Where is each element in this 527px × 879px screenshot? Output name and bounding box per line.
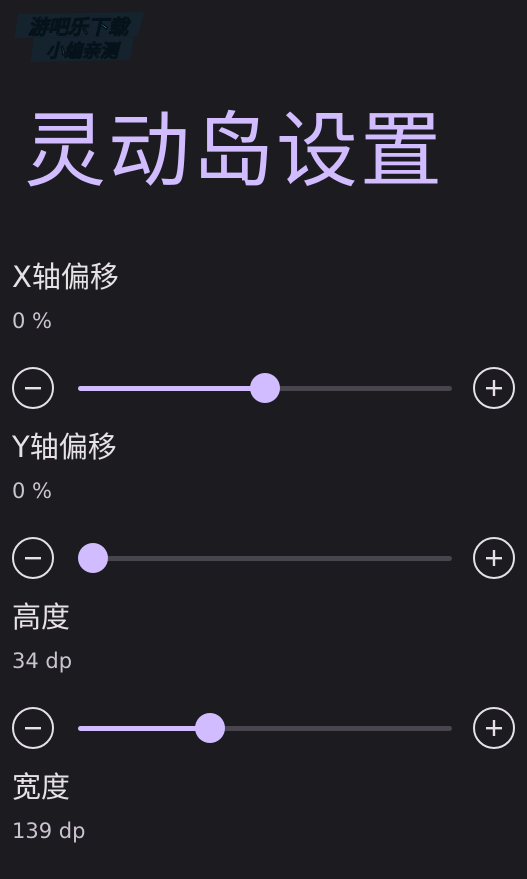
- setting-value: 139 dp: [12, 819, 86, 843]
- setting-value: 0 %: [12, 309, 52, 333]
- y-offset-slider[interactable]: [78, 543, 452, 573]
- slider-active-track: [78, 726, 206, 731]
- slider-thumb[interactable]: [194, 713, 225, 743]
- plus-icon: [486, 720, 502, 736]
- increase-button[interactable]: [473, 707, 515, 749]
- setting-label: 高度: [12, 600, 71, 634]
- setting-label: Y轴偏移: [12, 430, 117, 464]
- minus-icon: [25, 557, 41, 560]
- setting-label: 宽度: [12, 770, 71, 804]
- watermark-logo: 游吧乐下载 小编亲测: [12, 10, 146, 62]
- slider-track: [78, 556, 452, 561]
- slider-thumb[interactable]: [78, 543, 108, 573]
- plus-icon: [486, 380, 502, 396]
- slider-thumb[interactable]: [250, 373, 280, 403]
- x-offset-slider[interactable]: [78, 373, 452, 403]
- height-slider[interactable]: [78, 713, 452, 743]
- increase-button[interactable]: [473, 537, 515, 579]
- decrease-button[interactable]: [12, 707, 54, 749]
- decrease-button[interactable]: [12, 537, 54, 579]
- setting-value: 0 %: [12, 479, 52, 503]
- slider-active-track: [78, 386, 265, 391]
- increase-button[interactable]: [473, 367, 515, 409]
- minus-icon: [25, 727, 41, 730]
- page-title: 灵动岛设置: [24, 104, 445, 199]
- svg-text:小编亲测: 小编亲测: [46, 41, 121, 62]
- svg-text:游吧乐下载: 游吧乐下载: [28, 15, 131, 39]
- settings-page: 游吧乐下载 小编亲测 灵动岛设置 X轴偏移 0 % Y轴偏移 0 % 高度 34…: [0, 0, 527, 879]
- setting-label: X轴偏移: [12, 260, 119, 294]
- minus-icon: [25, 387, 41, 390]
- setting-value: 34 dp: [12, 649, 73, 673]
- plus-icon: [486, 550, 502, 566]
- decrease-button[interactable]: [12, 367, 54, 409]
